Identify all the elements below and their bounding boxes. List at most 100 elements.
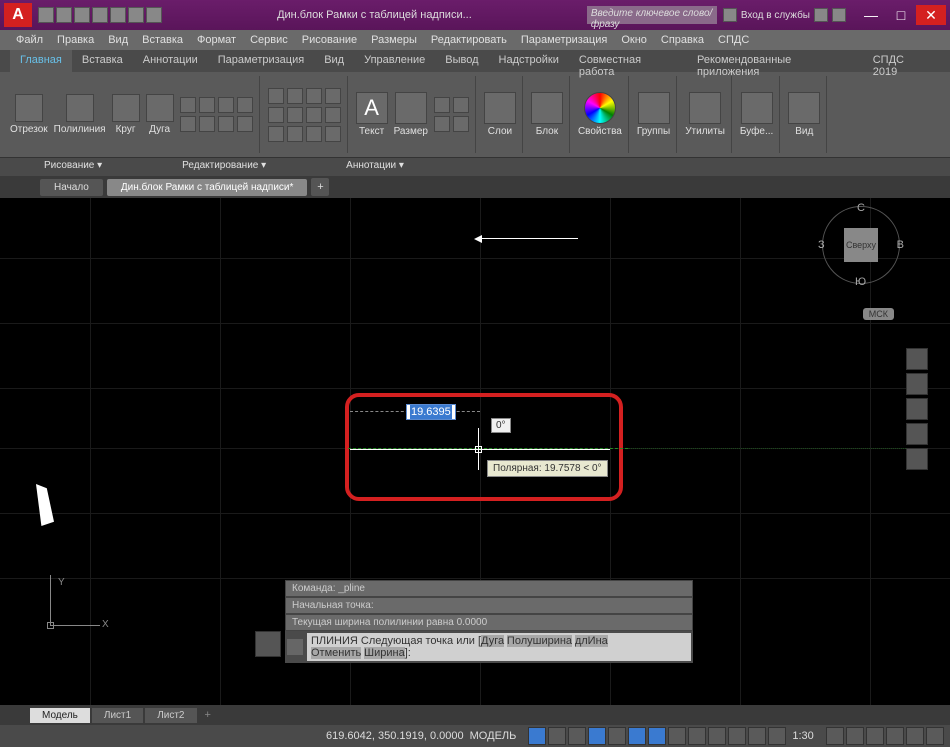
tool-dimension[interactable]: Размер bbox=[394, 92, 428, 137]
tool-line[interactable]: Отрезок bbox=[10, 94, 48, 135]
ucs-label[interactable]: МСК bbox=[863, 308, 894, 320]
menu-draw[interactable]: Рисование bbox=[296, 32, 363, 48]
cmd-option-undo[interactable]: Отменить bbox=[311, 647, 361, 659]
array-icon[interactable] bbox=[306, 126, 322, 142]
tool-view[interactable]: Вид bbox=[788, 92, 820, 137]
nav-zoom-icon[interactable] bbox=[906, 398, 928, 420]
qat-save-icon[interactable] bbox=[74, 7, 90, 23]
sb-isolate-icon[interactable] bbox=[886, 727, 904, 745]
command-input[interactable]: ПЛИНИЯ Следующая точка или [Дуга Полушир… bbox=[285, 631, 693, 663]
viewcube[interactable]: Сверху С Ю В З bbox=[822, 206, 900, 284]
signin-label[interactable]: Вход в службы bbox=[741, 10, 810, 21]
qat-saveas-icon[interactable] bbox=[92, 7, 108, 23]
sb-gizmo-icon[interactable] bbox=[728, 727, 746, 745]
doctab-new[interactable]: + bbox=[311, 178, 329, 196]
sb-annoscale-icon[interactable] bbox=[768, 727, 786, 745]
extend-icon[interactable] bbox=[325, 88, 341, 104]
point-icon[interactable] bbox=[180, 116, 196, 132]
doctab-active[interactable]: Дин.блок Рамки с таблицей надписи* bbox=[107, 179, 308, 196]
panel-label-draw[interactable]: Рисование ▾ bbox=[4, 158, 142, 176]
hatch-icon[interactable] bbox=[218, 97, 234, 113]
account-icon[interactable] bbox=[723, 8, 737, 22]
fillet-icon[interactable] bbox=[306, 107, 322, 123]
exchange-icon[interactable] bbox=[814, 8, 828, 22]
ribbontab-manage[interactable]: Управление bbox=[354, 50, 435, 72]
minimize-button[interactable]: — bbox=[856, 5, 886, 25]
cmd-option-width[interactable]: Ширина bbox=[364, 647, 405, 659]
qat-undo-icon[interactable] bbox=[128, 7, 144, 23]
ellipse-icon[interactable] bbox=[199, 97, 215, 113]
mirror-icon[interactable] bbox=[287, 107, 303, 123]
layouttab-add[interactable]: + bbox=[199, 707, 217, 723]
tool-clipboard[interactable]: Буфе... bbox=[740, 92, 773, 137]
layouttab-sheet1[interactable]: Лист1 bbox=[92, 708, 143, 723]
sb-osnap-icon[interactable] bbox=[608, 727, 626, 745]
menu-window[interactable]: Окно bbox=[615, 32, 653, 48]
menu-file[interactable]: Файл bbox=[10, 32, 49, 48]
table-icon[interactable] bbox=[453, 97, 469, 113]
compass-south[interactable]: Ю bbox=[855, 276, 866, 288]
tool-layers[interactable]: Слои bbox=[484, 92, 516, 137]
drawing-canvas[interactable]: 19.6395 0° Полярная: 19.7578 < 0° Сверху… bbox=[0, 198, 950, 705]
tool-circle[interactable]: Круг bbox=[112, 94, 140, 135]
tool-arc[interactable]: Дуга bbox=[146, 94, 174, 135]
tool-text[interactable]: AТекст bbox=[356, 92, 388, 137]
sb-clean-icon[interactable] bbox=[906, 727, 924, 745]
tool-groups[interactable]: Группы bbox=[637, 92, 670, 137]
rect-icon[interactable] bbox=[180, 97, 196, 113]
panel-label-anno[interactable]: Аннотации ▾ bbox=[306, 158, 444, 176]
copy-icon[interactable] bbox=[268, 107, 284, 123]
doctab-start[interactable]: Начало bbox=[40, 179, 103, 196]
ucs-icon[interactable]: Y X bbox=[30, 575, 100, 645]
menu-insert[interactable]: Вставка bbox=[136, 32, 189, 48]
annotation-scale[interactable]: 1:30 bbox=[792, 730, 813, 742]
field-icon[interactable] bbox=[453, 116, 469, 132]
menu-help[interactable]: Справка bbox=[655, 32, 710, 48]
tool-block[interactable]: Блок bbox=[531, 92, 563, 137]
coordinates-display[interactable]: 619.6042, 350.1919, 0.0000 bbox=[326, 730, 464, 742]
sb-otrack-icon[interactable] bbox=[628, 727, 646, 745]
sb-lock-icon[interactable] bbox=[846, 727, 864, 745]
menu-modify[interactable]: Редактировать bbox=[425, 32, 513, 48]
menu-format[interactable]: Формат bbox=[191, 32, 242, 48]
sb-hardware-icon[interactable] bbox=[866, 727, 884, 745]
sb-snap-icon[interactable] bbox=[548, 727, 566, 745]
cmd-option-arc[interactable]: Дуга bbox=[481, 635, 504, 647]
sb-transparency-icon[interactable] bbox=[688, 727, 706, 745]
help-icon[interactable] bbox=[832, 8, 846, 22]
tool-utils[interactable]: Утилиты bbox=[685, 92, 725, 137]
ribbontab-output[interactable]: Вывод bbox=[435, 50, 488, 72]
model-space-label[interactable]: МОДЕЛЬ bbox=[470, 730, 517, 742]
donut-icon[interactable] bbox=[218, 116, 234, 132]
command-handle-icon[interactable] bbox=[255, 631, 281, 657]
ribbontab-collaborate[interactable]: Совместная работа bbox=[569, 50, 687, 72]
compass-north[interactable]: С bbox=[857, 202, 865, 214]
search-input[interactable]: Введите ключевое слово/фразу bbox=[587, 6, 717, 24]
menu-parametric[interactable]: Параметризация bbox=[515, 32, 613, 48]
sb-ortho-icon[interactable] bbox=[568, 727, 586, 745]
nav-wheel-icon[interactable] bbox=[906, 348, 928, 370]
compass-east[interactable]: В bbox=[897, 239, 904, 251]
maximize-button[interactable]: □ bbox=[886, 5, 916, 25]
sb-custom-icon[interactable] bbox=[926, 727, 944, 745]
ribbontab-featured[interactable]: Рекомендованные приложения bbox=[687, 50, 863, 72]
sb-selection-icon[interactable] bbox=[708, 727, 726, 745]
scale-icon[interactable] bbox=[287, 126, 303, 142]
command-text[interactable]: ПЛИНИЯ Следующая точка или [Дуга Полушир… bbox=[307, 633, 691, 661]
rotate-icon[interactable] bbox=[287, 88, 303, 104]
move-icon[interactable] bbox=[268, 88, 284, 104]
compass-west[interactable]: З bbox=[818, 239, 825, 251]
stretch-icon[interactable] bbox=[268, 126, 284, 142]
qat-new-icon[interactable] bbox=[38, 7, 54, 23]
ribbontab-home[interactable]: Главная bbox=[10, 50, 72, 72]
qat-plot-icon[interactable] bbox=[110, 7, 126, 23]
leader-icon[interactable] bbox=[434, 97, 450, 113]
qat-redo-icon[interactable] bbox=[146, 7, 162, 23]
tool-properties[interactable]: Свойства bbox=[578, 92, 622, 137]
panel-label-edit[interactable]: Редактирование ▾ bbox=[142, 158, 306, 176]
spline-icon[interactable] bbox=[237, 97, 253, 113]
viewcube-face-top[interactable]: Сверху bbox=[844, 228, 878, 262]
dynamic-input-angle[interactable]: 0° bbox=[491, 418, 511, 433]
app-logo[interactable]: A bbox=[4, 3, 32, 27]
sb-lineweight-icon[interactable] bbox=[668, 727, 686, 745]
